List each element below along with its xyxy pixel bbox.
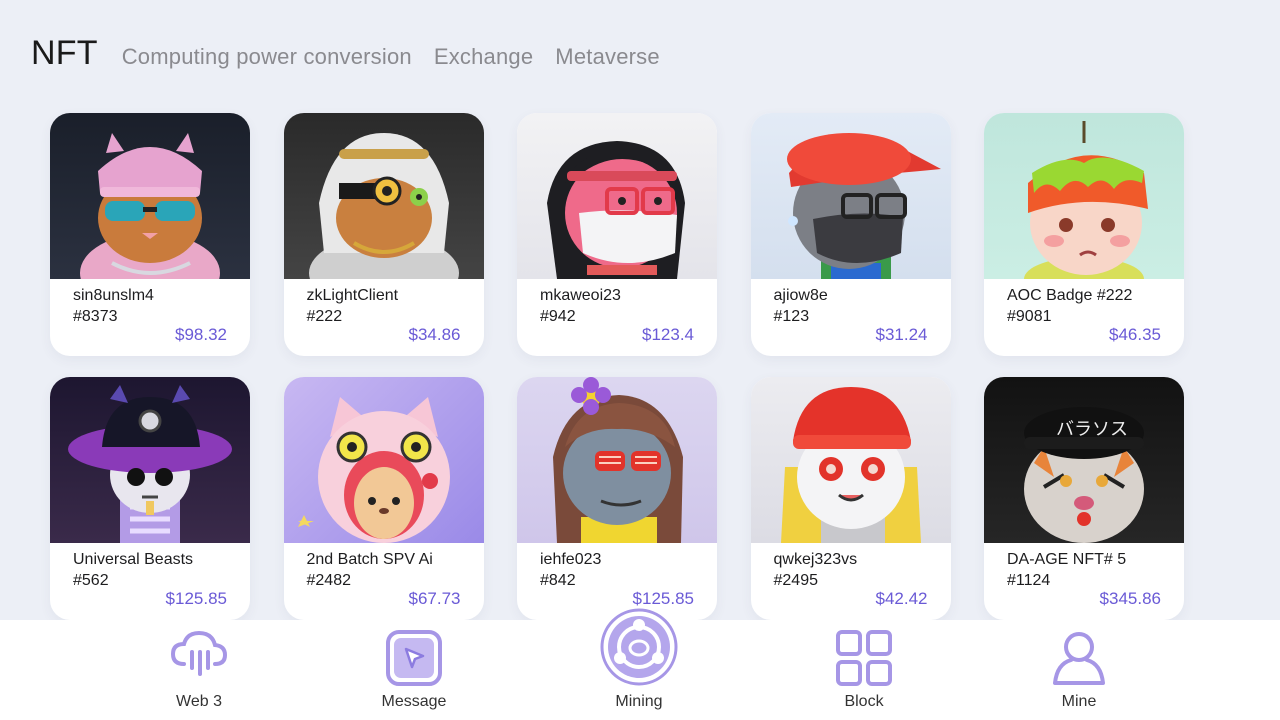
nav-label-web3: Web 3 <box>176 693 222 710</box>
nft-price: $67.73 <box>408 589 461 608</box>
nft-card[interactable]: 2nd Batch SPV Ai #2482 $67.73 <box>283 377 484 620</box>
nft-image <box>750 113 951 279</box>
nft-card[interactable]: qwkej323vs #2495 $42.42 <box>750 377 951 620</box>
nft-image <box>750 377 951 543</box>
nft-price: $125.85 <box>632 589 694 608</box>
tab-computing-power-conversion[interactable]: Computing power conversion <box>122 44 412 70</box>
cloud-icon <box>170 630 228 676</box>
nft-grid: sin8unslm4 #8373 $98.32 zkLightClient #2… <box>50 113 1184 620</box>
nft-name: Universal Beasts <box>73 551 194 568</box>
nft-name: AOC Badge #222 <box>1007 287 1133 304</box>
cursor-square-icon <box>386 630 442 686</box>
nft-price: $125.85 <box>165 589 227 608</box>
nft-image <box>984 113 1184 279</box>
nft-image <box>283 377 484 543</box>
nft-name: 2nd Batch SPV Ai <box>306 551 433 568</box>
tab-metaverse[interactable]: Metaverse <box>555 44 660 70</box>
nft-image: バラソス <box>984 377 1184 543</box>
nav-label-block: Block <box>844 693 884 710</box>
nft-price: $42.42 <box>875 589 928 608</box>
nft-name: sin8unslm4 <box>73 287 154 304</box>
nft-name: ajiow8e <box>773 287 828 304</box>
nft-name: qwkej323vs <box>773 551 858 568</box>
nft-name: DA-AGE NFT# 5 <box>1007 551 1127 568</box>
svg-text:バラソス: バラソス <box>1056 419 1128 440</box>
nft-image <box>50 377 250 543</box>
nft-name: zkLightClient <box>306 287 399 304</box>
nft-price: $46.35 <box>1109 325 1161 344</box>
nft-price: $34.86 <box>408 325 461 344</box>
nav-label-mine: Mine <box>1061 693 1097 710</box>
tab-nft[interactable]: NFT <box>31 34 98 73</box>
bottom-nav: Web 3 Message Mining Block Mine <box>0 608 1280 720</box>
tab-exchange[interactable]: Exchange <box>434 44 533 70</box>
nft-image <box>517 377 717 543</box>
nft-price: $98.32 <box>175 325 227 344</box>
nft-card[interactable]: Universal Beasts #562 $125.85 <box>50 377 250 620</box>
nft-image <box>50 113 250 279</box>
nav-label-mining: Mining <box>615 693 663 710</box>
grid-icon <box>836 630 892 686</box>
nft-card[interactable]: zkLightClient #222 $34.86 <box>283 113 484 356</box>
nft-card[interactable]: AOC Badge #222 #9081 $46.35 <box>984 113 1184 356</box>
mining-orb-icon <box>600 608 678 686</box>
nft-image <box>517 113 717 279</box>
nft-card[interactable]: バラソス DA-AGE NFT# 5 #1124 $345.86 <box>984 377 1184 620</box>
nav-mine[interactable]: Mine <box>1019 620 1139 720</box>
nft-price: $345.86 <box>1099 589 1161 608</box>
nft-card[interactable]: ajiow8e #123 $31.24 <box>750 113 951 356</box>
user-icon <box>1053 632 1105 685</box>
nft-name: mkaweoi23 <box>540 287 621 304</box>
nav-block[interactable]: Block <box>804 620 924 720</box>
nft-card[interactable]: mkaweoi23 #942 $123.4 <box>517 113 717 356</box>
nft-price: $31.24 <box>875 325 928 344</box>
nav-label-message: Message <box>381 693 447 710</box>
top-tabs: NFT Computing power conversion Exchange … <box>31 34 660 73</box>
nft-card[interactable]: sin8unslm4 #8373 $98.32 <box>50 113 250 356</box>
nft-name: iehfe023 <box>540 551 602 568</box>
nav-message[interactable]: Message <box>354 620 474 720</box>
nft-card[interactable]: iehfe023 #842 $125.85 <box>517 377 717 620</box>
nft-image <box>283 113 484 279</box>
nav-mining[interactable]: Mining <box>579 608 699 720</box>
nft-price: $123.4 <box>642 325 694 344</box>
nav-web3[interactable]: Web 3 <box>139 620 259 720</box>
